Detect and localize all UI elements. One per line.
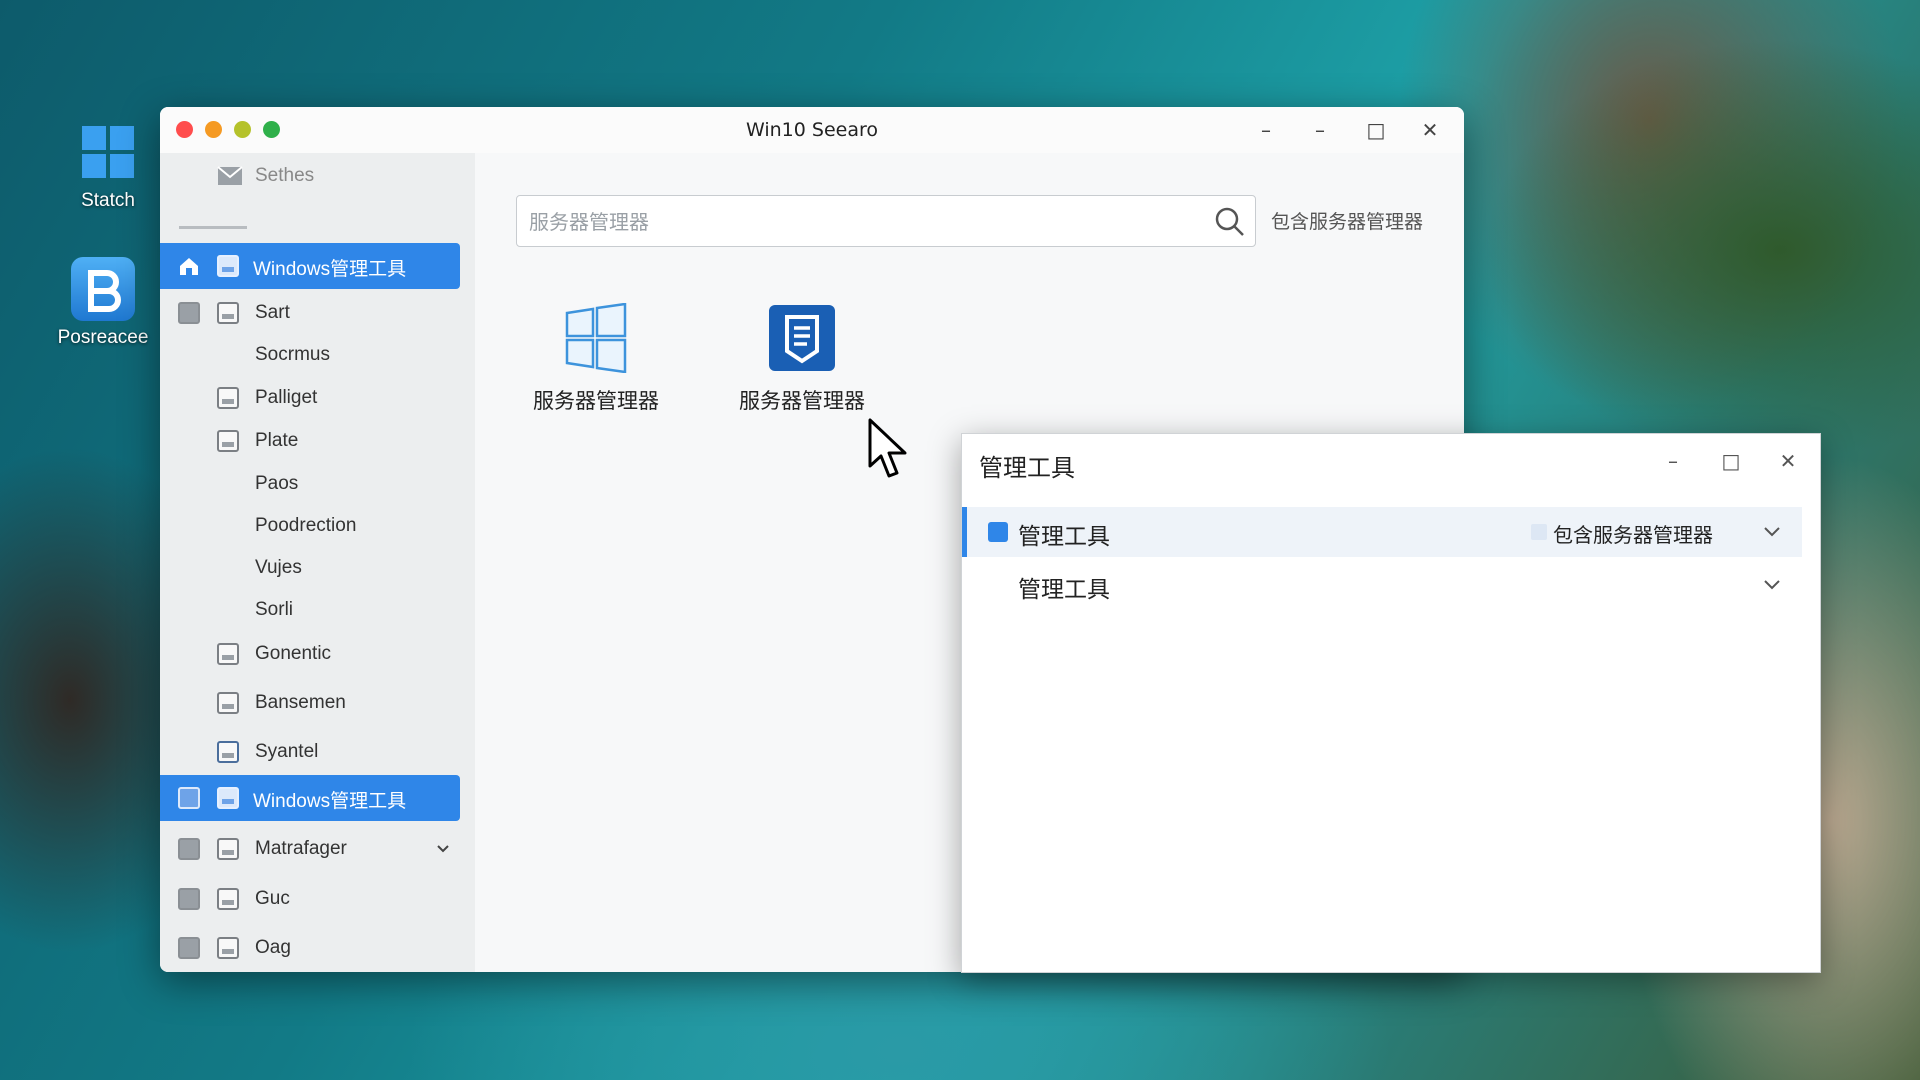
sidebar-item-label: Windows管理工具 bbox=[253, 259, 407, 280]
sidebar-header[interactable]: Sethes bbox=[160, 156, 460, 196]
close-button[interactable]: ✕ bbox=[1412, 115, 1448, 145]
sidebar-item-poodrection[interactable]: Poodrection bbox=[160, 506, 460, 546]
sidebar-item-syantel[interactable]: Syantel bbox=[160, 732, 460, 772]
window-icon bbox=[217, 302, 239, 324]
sidebar-item-windows-tools[interactable]: Windows管理工具 bbox=[160, 243, 460, 289]
sidebar-item-paos[interactable]: Paos bbox=[160, 464, 460, 504]
mouse-cursor-icon bbox=[868, 418, 912, 484]
dialog-row-label: 管理工具 bbox=[1018, 577, 1110, 603]
pc-icon bbox=[178, 888, 200, 910]
app-tile-server-manager-2[interactable]: 服务器管理器 bbox=[717, 303, 887, 415]
sidebar-divider bbox=[179, 226, 247, 229]
home-icon bbox=[178, 255, 200, 277]
blue-square-icon bbox=[988, 522, 1008, 542]
chart-window-icon bbox=[217, 741, 239, 763]
minimize-button[interactable]: – bbox=[1248, 115, 1284, 145]
pc-icon bbox=[178, 302, 200, 324]
window-icon bbox=[217, 838, 239, 860]
chevron-down-icon[interactable] bbox=[436, 840, 450, 862]
sidebar-item-label: Palliget bbox=[255, 387, 318, 408]
window-icon bbox=[217, 692, 239, 714]
window-icon bbox=[217, 643, 239, 665]
sidebar-item-palliget[interactable]: Palliget bbox=[160, 378, 460, 418]
window-icon bbox=[217, 387, 239, 409]
app-tile-label: 服务器管理器 bbox=[739, 389, 865, 413]
sidebar-item-label: Vujes bbox=[255, 557, 302, 578]
sidebar-item-oag[interactable]: Oag bbox=[160, 928, 460, 968]
pc-icon bbox=[178, 787, 200, 809]
window-icon bbox=[217, 430, 239, 452]
sidebar-item-vujes[interactable]: Vujes bbox=[160, 548, 460, 588]
search-input[interactable] bbox=[527, 206, 1211, 238]
dialog-row-tag: 包含服务器管理器 bbox=[1553, 523, 1713, 547]
dialog-row-label: 管理工具 bbox=[1018, 524, 1110, 550]
sidebar-item-label: Poodrection bbox=[255, 515, 357, 536]
dialog-minimize-button[interactable]: – bbox=[1658, 446, 1688, 476]
minimize-button-2[interactable]: – bbox=[1302, 115, 1338, 145]
sidebar-item-label: Windows管理工具 bbox=[253, 791, 407, 812]
pc-icon bbox=[178, 838, 200, 860]
desktop-icon-label: Posreacee bbox=[57, 327, 149, 348]
title-bar[interactable]: Win10 Seearo – – □ ✕ bbox=[160, 107, 1464, 153]
windows-logo-icon bbox=[561, 302, 631, 374]
sidebar-item-sorli[interactable]: Sorli bbox=[160, 590, 460, 630]
sidebar-item-label: Socrmus bbox=[255, 344, 330, 365]
dialog-row[interactable]: 管理工具 包含服务器管理器 bbox=[962, 507, 1802, 557]
sidebar-item-label: Oag bbox=[255, 937, 291, 958]
search-box bbox=[516, 195, 1256, 247]
sidebar-item-matrafager[interactable]: Matrafager bbox=[160, 829, 460, 869]
search-scope-link[interactable]: 包含服务器管理器 bbox=[1271, 207, 1423, 234]
sidebar-item-label: Plate bbox=[255, 430, 299, 451]
window-icon bbox=[217, 888, 239, 910]
window-icon bbox=[217, 255, 239, 277]
windows-logo-icon bbox=[76, 120, 140, 184]
sidebar-item-label: Syantel bbox=[255, 741, 319, 762]
pc-icon bbox=[178, 937, 200, 959]
dialog-row[interactable]: 管理工具 bbox=[962, 560, 1802, 610]
dialog-close-button[interactable]: ✕ bbox=[1773, 446, 1803, 476]
admin-tools-dialog: 管理工具 – □ ✕ 管理工具 包含服务器管理器 管理工具 bbox=[961, 433, 1821, 973]
desktop-icon-app[interactable]: Posreacee bbox=[48, 257, 158, 349]
sidebar-item-gonentic[interactable]: Gonentic bbox=[160, 634, 460, 674]
mail-icon bbox=[217, 165, 243, 193]
server-manager-icon bbox=[767, 303, 837, 373]
sidebar-item-sart[interactable]: Sart bbox=[160, 293, 460, 333]
window-icon bbox=[217, 787, 239, 809]
app-b-icon bbox=[71, 257, 135, 321]
app-tile-label: 服务器管理器 bbox=[533, 389, 659, 413]
sidebar-header-label: Sethes bbox=[255, 165, 315, 186]
sidebar-item-guc[interactable]: Guc bbox=[160, 879, 460, 919]
app-tile-server-manager[interactable]: 服务器管理器 bbox=[511, 302, 681, 415]
desktop-icon-start[interactable]: Statch bbox=[53, 120, 163, 212]
sidebar-item-label: Guc bbox=[255, 888, 290, 909]
sidebar-item-socrmus[interactable]: Socrmus bbox=[160, 335, 460, 375]
sidebar: Sethes Windows管理工具 Sart Socrmus Palliget… bbox=[160, 153, 475, 972]
sidebar-item-windows-tools-2[interactable]: Windows管理工具 bbox=[160, 775, 460, 821]
chevron-down-icon[interactable] bbox=[1760, 573, 1784, 597]
sidebar-item-label: Matrafager bbox=[255, 838, 347, 859]
sidebar-item-label: Gonentic bbox=[255, 643, 332, 664]
dialog-maximize-button[interactable]: □ bbox=[1716, 446, 1746, 476]
chevron-down-icon[interactable] bbox=[1760, 520, 1784, 544]
dialog-title: 管理工具 bbox=[979, 454, 1075, 482]
search-icon[interactable] bbox=[1213, 205, 1247, 239]
sidebar-item-label: Paos bbox=[255, 473, 299, 494]
sidebar-item-label: Sorli bbox=[255, 599, 294, 620]
desktop-icon-label: Statch bbox=[81, 190, 135, 211]
sidebar-item-bansemen[interactable]: Bansemen bbox=[160, 683, 460, 723]
maximize-button[interactable]: □ bbox=[1358, 115, 1394, 145]
sidebar-item-label: Bansemen bbox=[255, 692, 346, 713]
sidebar-item-plate[interactable]: Plate bbox=[160, 421, 460, 461]
sidebar-item-label: Sart bbox=[255, 302, 290, 323]
window-icon bbox=[217, 937, 239, 959]
tag-square-icon bbox=[1531, 524, 1547, 540]
